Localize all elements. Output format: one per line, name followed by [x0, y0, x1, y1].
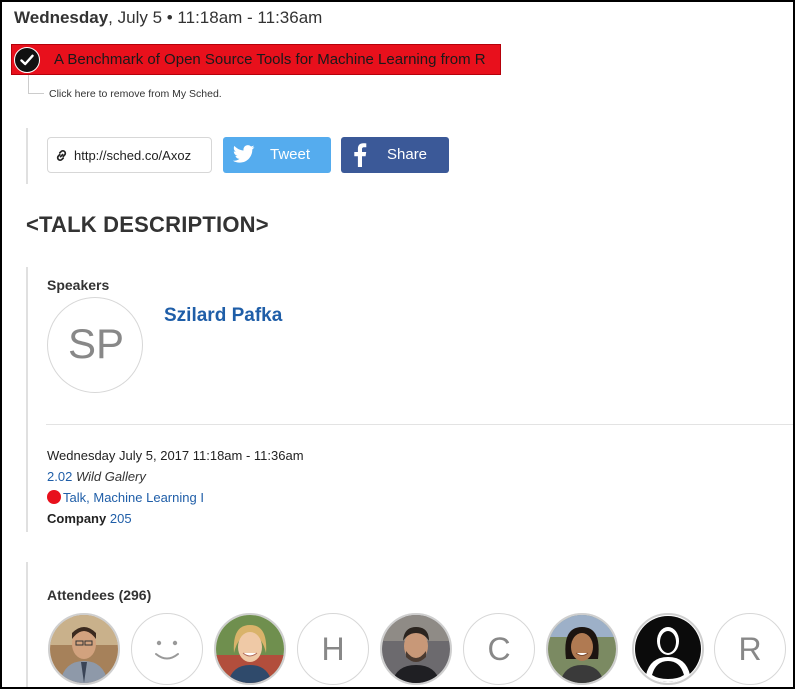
attendee-photo-1	[50, 615, 118, 683]
talk-description-heading: <TALK DESCRIPTION>	[26, 212, 269, 237]
attendee-photo-3	[216, 615, 284, 683]
attendee-initial-4: H	[321, 631, 345, 667]
attendee-initial-9: R	[738, 631, 762, 667]
attendee-avatar-2[interactable]	[131, 613, 203, 685]
my-sched-event-banner[interactable]: A Benchmark of Open Source Tools for Mac…	[11, 44, 501, 75]
share-section-rule	[26, 128, 28, 184]
short-url-box[interactable]: http://sched.co/Axoz	[47, 137, 212, 173]
attendee-avatar-5[interactable]	[380, 613, 452, 685]
page-frame: Wednesday, July 5 • 11:18am - 11:36am A …	[0, 0, 795, 689]
attendee-avatar-7[interactable]	[546, 613, 618, 685]
session-type-dot	[47, 490, 61, 504]
twitter-bird-icon	[232, 145, 255, 168]
attendee-initial-6: C	[487, 631, 511, 667]
attendee-avatar-9[interactable]: R	[714, 613, 786, 685]
section-divider	[46, 424, 793, 425]
venue-line: 2.02 Wild Gallery	[47, 469, 146, 484]
session-type-line: Talk, Machine Learning I	[47, 490, 204, 505]
remove-from-sched-link[interactable]: Click here to remove from My Sched.	[49, 88, 222, 100]
room-name: Wild Gallery	[75, 469, 146, 484]
company-line: Company 205	[47, 511, 132, 526]
session-full-datetime: Wednesday July 5, 2017 11:18am - 11:36am	[47, 448, 304, 463]
short-url-text: http://sched.co/Axoz	[74, 148, 192, 163]
speaker-initials: SP	[67, 320, 125, 367]
session-datetime-header: Wednesday, July 5 • 11:18am - 11:36am	[14, 8, 322, 28]
tweet-label: Tweet	[270, 146, 311, 163]
company-value-link[interactable]: 205	[110, 511, 132, 526]
tree-connector	[28, 75, 29, 93]
event-title: A Benchmark of Open Source Tools for Mac…	[54, 51, 486, 68]
type-track-link[interactable]: Machine Learning I	[93, 490, 204, 505]
details-section-rule	[26, 267, 28, 532]
default-user-silhouette-icon	[635, 616, 701, 682]
attendee-avatar-4[interactable]: H	[297, 613, 369, 685]
attendees-heading: Attendees (296)	[47, 587, 152, 603]
room-number-link[interactable]: 2.02	[47, 469, 72, 484]
attendees-section-rule	[26, 562, 28, 687]
smiley-face-icon	[155, 640, 179, 660]
attendee-avatar-8[interactable]	[632, 613, 704, 685]
type-talk-link[interactable]: Talk	[63, 490, 86, 505]
facebook-share-button[interactable]: Share	[341, 137, 449, 173]
attendee-avatar-6[interactable]: C	[463, 613, 535, 685]
speaker-avatar[interactable]: SP	[47, 297, 143, 393]
company-label: Company	[47, 511, 107, 526]
share-label: Share	[387, 146, 428, 163]
session-date-time: , July 5 • 11:18am - 11:36am	[108, 8, 323, 27]
check-icon[interactable]	[14, 47, 40, 73]
tweet-button[interactable]: Tweet	[223, 137, 331, 173]
tree-connector-branch	[28, 93, 44, 94]
link-icon	[54, 148, 69, 168]
speakers-heading: Speakers	[47, 277, 110, 293]
speaker-name-link[interactable]: Szilard Pafka	[164, 305, 282, 327]
attendee-photo-7	[548, 615, 616, 683]
facebook-icon	[353, 143, 367, 172]
attendee-photo-5	[382, 615, 450, 683]
attendee-avatar-3[interactable]	[214, 613, 286, 685]
attendee-avatar-1[interactable]	[48, 613, 120, 685]
session-day: Wednesday	[14, 8, 109, 27]
